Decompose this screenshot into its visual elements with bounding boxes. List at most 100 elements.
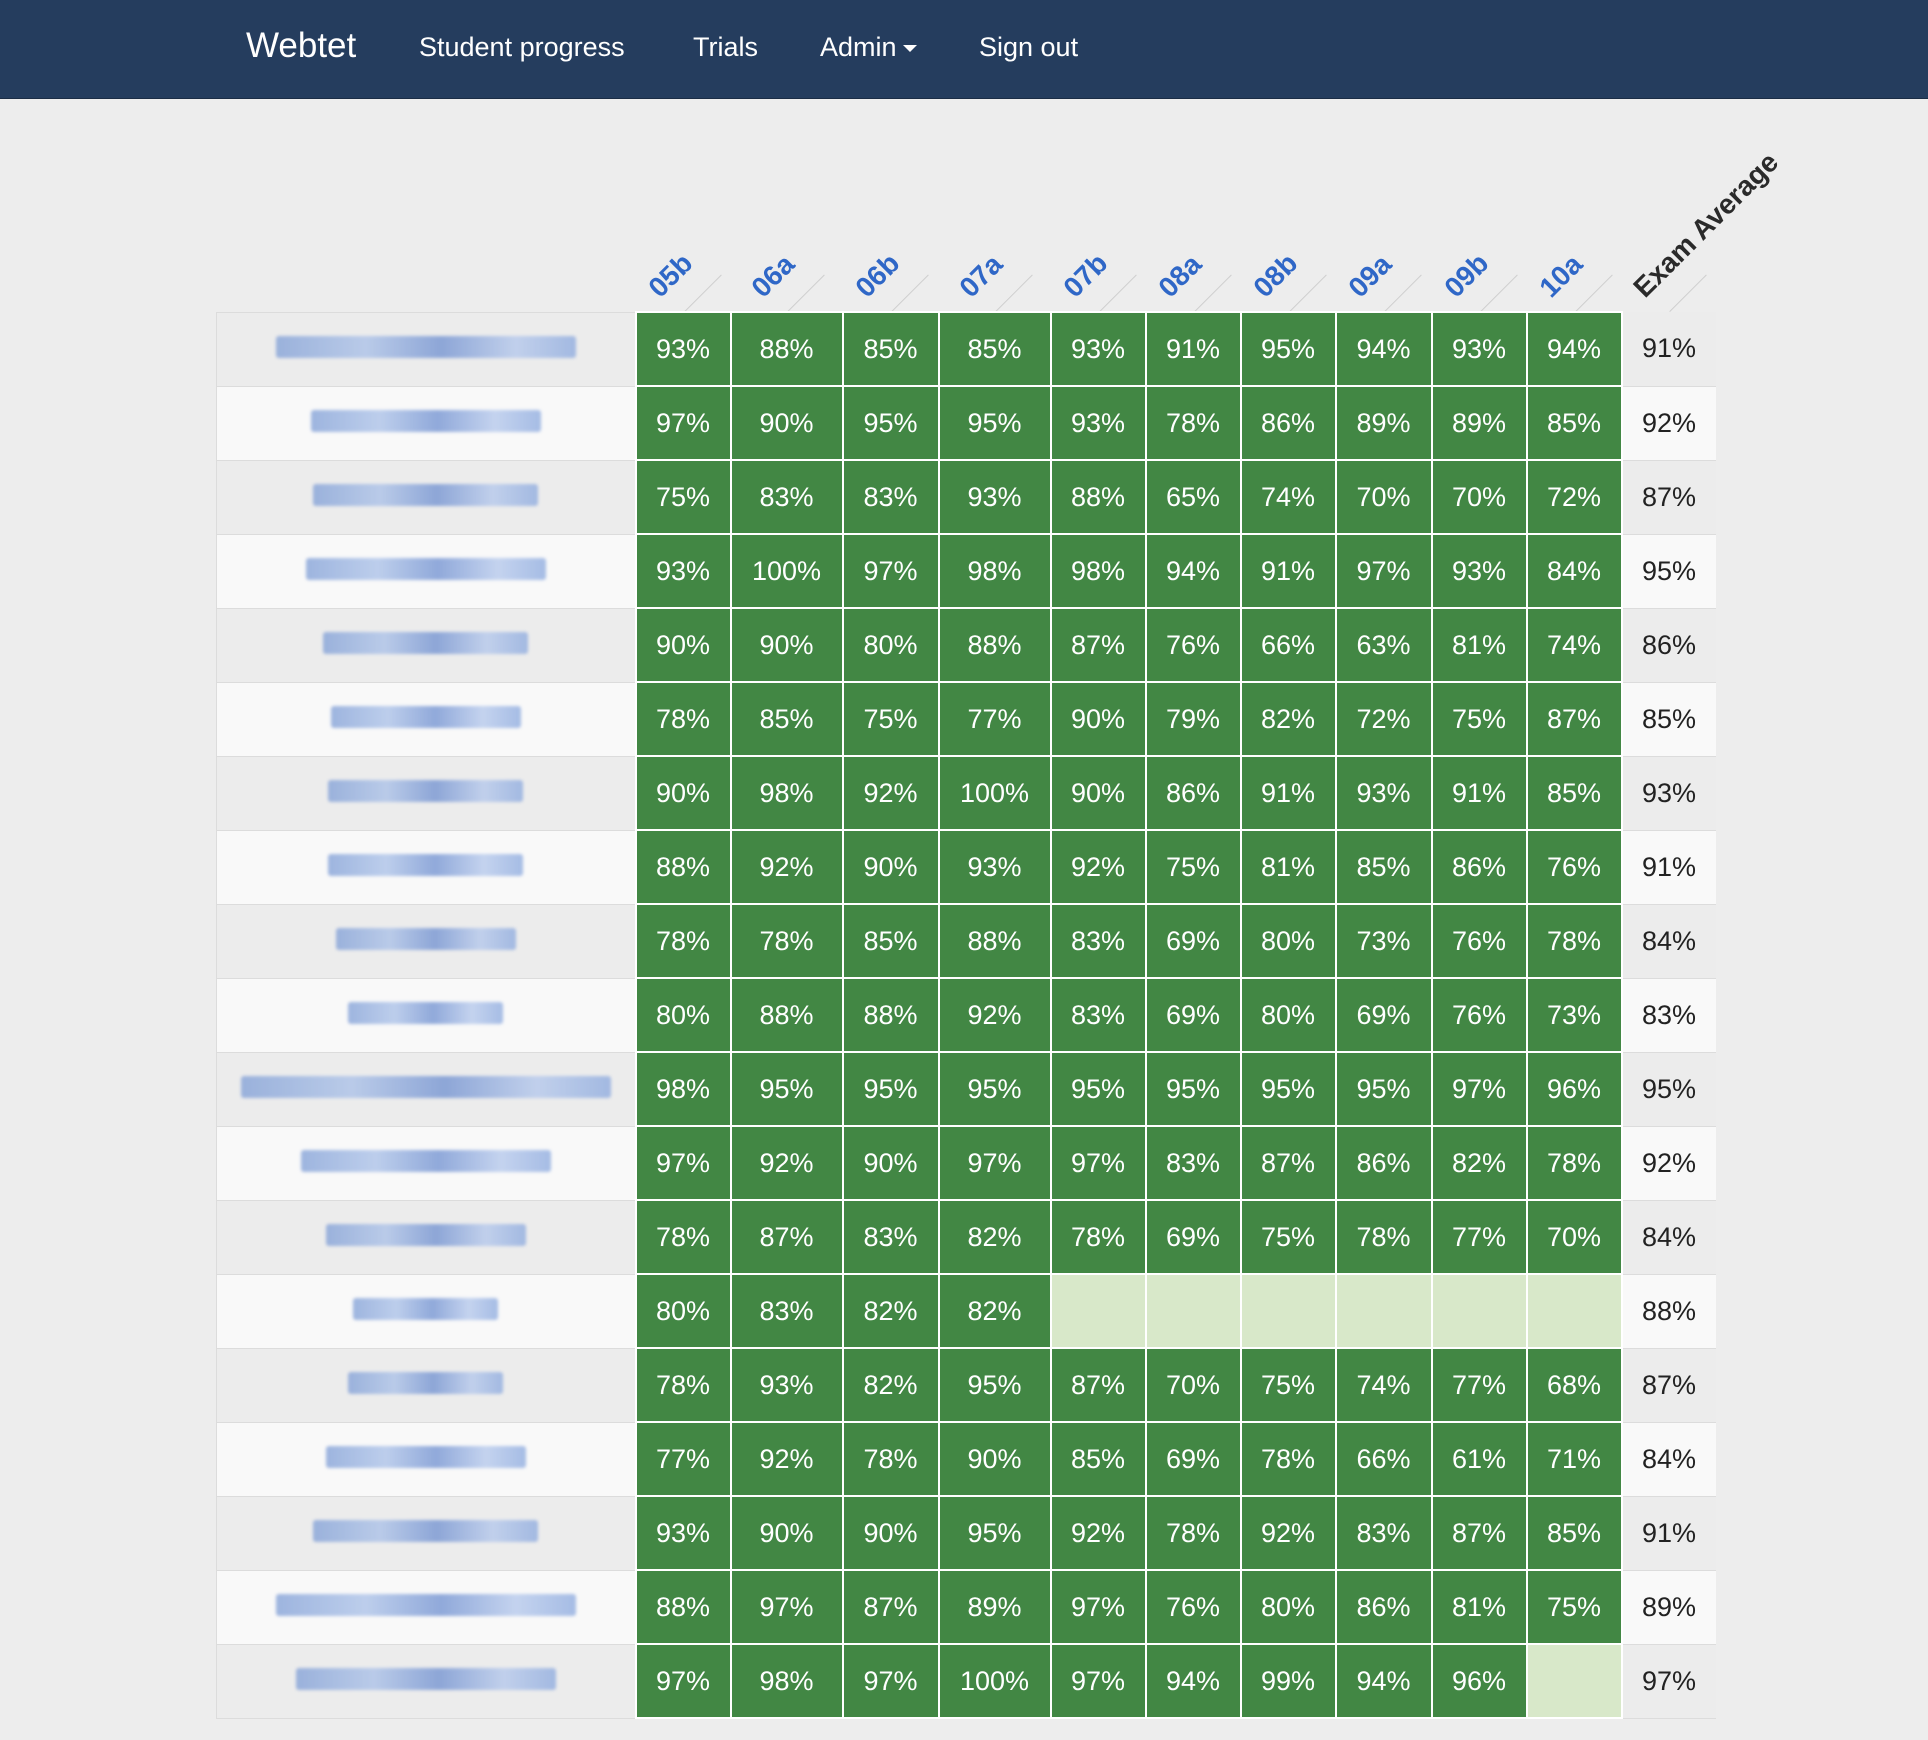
score-cell[interactable]: 79%: [1144, 681, 1242, 757]
score-cell[interactable]: 82%: [1239, 681, 1337, 757]
score-cell[interactable]: 76%: [1525, 829, 1623, 905]
score-cell[interactable]: 78%: [1525, 1125, 1623, 1201]
score-cell[interactable]: 90%: [1049, 681, 1147, 757]
score-cell[interactable]: 89%: [937, 1569, 1052, 1645]
score-cell[interactable]: 69%: [1144, 1421, 1242, 1497]
score-cell[interactable]: 86%: [1144, 755, 1242, 831]
score-cell[interactable]: 97%: [729, 1569, 844, 1645]
score-cell[interactable]: 87%: [1525, 681, 1623, 757]
score-cell[interactable]: 93%: [634, 1495, 732, 1571]
score-cell[interactable]: 81%: [1430, 1569, 1528, 1645]
score-cell[interactable]: 100%: [937, 755, 1052, 831]
score-cell[interactable]: 94%: [1334, 1643, 1433, 1719]
score-cell[interactable]: 97%: [1430, 1051, 1528, 1127]
score-cell[interactable]: 95%: [937, 385, 1052, 461]
score-cell[interactable]: 90%: [729, 1495, 844, 1571]
score-cell[interactable]: 97%: [634, 1643, 732, 1719]
student-name-link[interactable]: [275, 1593, 576, 1616]
score-cell[interactable]: 75%: [841, 681, 940, 757]
score-cell[interactable]: 90%: [841, 1125, 940, 1201]
score-cell[interactable]: 70%: [1430, 459, 1528, 535]
score-cell[interactable]: 90%: [841, 1495, 940, 1571]
score-cell[interactable]: 91%: [1239, 533, 1337, 609]
score-cell[interactable]: 93%: [634, 311, 732, 387]
score-cell[interactable]: 96%: [1525, 1051, 1623, 1127]
score-cell[interactable]: 95%: [937, 1051, 1052, 1127]
score-cell[interactable]: 95%: [1334, 1051, 1433, 1127]
score-cell[interactable]: 75%: [634, 459, 732, 535]
exam-header-08a[interactable]: 08a: [1152, 248, 1208, 304]
score-cell[interactable]: 93%: [937, 459, 1052, 535]
score-cell[interactable]: 91%: [1144, 311, 1242, 387]
score-cell[interactable]: 82%: [937, 1199, 1052, 1275]
score-cell[interactable]: 70%: [1525, 1199, 1623, 1275]
score-cell[interactable]: 82%: [937, 1273, 1052, 1349]
score-cell[interactable]: 97%: [634, 385, 732, 461]
score-cell[interactable]: 98%: [1049, 533, 1147, 609]
score-cell[interactable]: 95%: [1239, 1051, 1337, 1127]
score-cell[interactable]: 78%: [1144, 1495, 1242, 1571]
student-name-link[interactable]: [348, 1371, 504, 1394]
score-cell[interactable]: 78%: [634, 1347, 732, 1423]
student-name-link[interactable]: [313, 483, 539, 506]
score-cell[interactable]: 97%: [937, 1125, 1052, 1201]
score-cell[interactable]: 90%: [1049, 755, 1147, 831]
student-name-link[interactable]: [335, 927, 516, 950]
score-cell[interactable]: 98%: [729, 755, 844, 831]
score-cell[interactable]: 88%: [841, 977, 940, 1053]
score-cell[interactable]: 90%: [634, 755, 732, 831]
score-cell[interactable]: 77%: [1430, 1199, 1528, 1275]
score-cell[interactable]: 77%: [1430, 1347, 1528, 1423]
score-cell[interactable]: 85%: [841, 903, 940, 979]
score-cell[interactable]: 87%: [841, 1569, 940, 1645]
brand-link[interactable]: Webtet: [246, 26, 356, 66]
score-cell[interactable]: 83%: [841, 1199, 940, 1275]
student-name-link[interactable]: [240, 1075, 611, 1098]
nav-student-progress[interactable]: Student progress: [419, 32, 625, 63]
score-cell[interactable]: 92%: [729, 1125, 844, 1201]
exam-header-07a[interactable]: 07a: [953, 248, 1009, 304]
student-name-link[interactable]: [300, 1149, 551, 1172]
score-cell[interactable]: 97%: [841, 533, 940, 609]
score-cell[interactable]: 78%: [634, 903, 732, 979]
score-cell[interactable]: 86%: [1334, 1125, 1433, 1201]
score-cell[interactable]: 90%: [937, 1421, 1052, 1497]
score-cell[interactable]: 93%: [1430, 533, 1528, 609]
score-cell[interactable]: 95%: [937, 1347, 1052, 1423]
score-cell[interactable]: 78%: [729, 903, 844, 979]
score-cell[interactable]: 87%: [1430, 1495, 1528, 1571]
exam-header-10a[interactable]: 10a: [1533, 248, 1589, 304]
score-cell[interactable]: 93%: [1430, 311, 1528, 387]
score-cell[interactable]: 95%: [1239, 311, 1337, 387]
score-cell[interactable]: 93%: [937, 829, 1052, 905]
score-cell[interactable]: 75%: [1239, 1347, 1337, 1423]
score-cell[interactable]: 78%: [1334, 1199, 1433, 1275]
score-cell[interactable]: 87%: [1049, 607, 1147, 683]
student-name-link[interactable]: [323, 631, 529, 654]
score-cell[interactable]: 88%: [729, 311, 844, 387]
score-cell[interactable]: 95%: [937, 1495, 1052, 1571]
score-cell[interactable]: 87%: [1049, 1347, 1147, 1423]
score-cell[interactable]: 100%: [937, 1643, 1052, 1719]
score-cell[interactable]: 75%: [1144, 829, 1242, 905]
score-cell[interactable]: 93%: [1049, 385, 1147, 461]
score-cell[interactable]: 91%: [1239, 755, 1337, 831]
score-cell[interactable]: 98%: [729, 1643, 844, 1719]
score-cell[interactable]: 78%: [1144, 385, 1242, 461]
score-cell[interactable]: 94%: [1144, 533, 1242, 609]
score-cell[interactable]: 74%: [1525, 607, 1623, 683]
score-cell[interactable]: 95%: [729, 1051, 844, 1127]
score-cell[interactable]: 66%: [1239, 607, 1337, 683]
score-cell[interactable]: 94%: [1334, 311, 1433, 387]
score-cell[interactable]: 69%: [1144, 1199, 1242, 1275]
score-cell[interactable]: 81%: [1430, 607, 1528, 683]
score-cell[interactable]: 82%: [1430, 1125, 1528, 1201]
score-cell[interactable]: 95%: [1049, 1051, 1147, 1127]
score-cell[interactable]: 90%: [841, 829, 940, 905]
score-cell[interactable]: 92%: [729, 829, 844, 905]
score-cell[interactable]: 80%: [841, 607, 940, 683]
score-cell[interactable]: 69%: [1144, 977, 1242, 1053]
score-cell[interactable]: 80%: [634, 977, 732, 1053]
student-name-link[interactable]: [328, 853, 524, 876]
score-cell[interactable]: 70%: [1144, 1347, 1242, 1423]
